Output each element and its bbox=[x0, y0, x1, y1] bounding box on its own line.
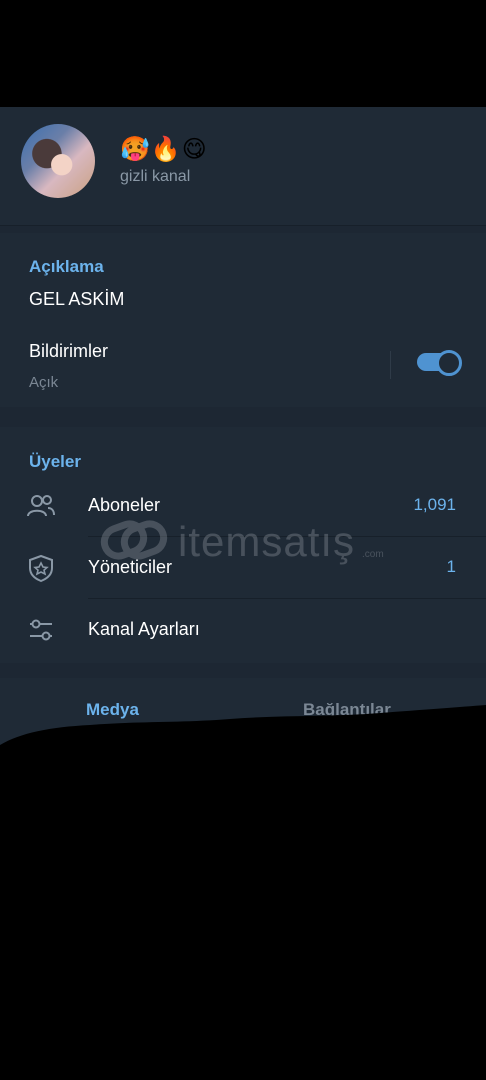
info-section: Açıklama GEL ASKİM Bildirimler Açık bbox=[0, 233, 486, 407]
notifications-state: Açık bbox=[29, 374, 59, 391]
admins-count: 1 bbox=[446, 557, 456, 576]
subscribers-count: 1,091 bbox=[413, 495, 456, 514]
shield-star-icon bbox=[29, 554, 53, 583]
members-section: Üyeler Aboneler 1,091 Yöneticiler 1 Kana… bbox=[0, 427, 486, 663]
channel-header: 🥵🔥😋 gizli kanal bbox=[0, 107, 486, 226]
admins-label: Yöneticiler bbox=[88, 557, 173, 577]
description-text: GEL ASKİM bbox=[29, 289, 125, 309]
channel-title: 🥵🔥😋 bbox=[120, 136, 208, 163]
channel-avatar[interactable] bbox=[21, 124, 95, 198]
channel-info-screen: 🥵🔥😋 gizli kanal Açıklama GEL ASKİM Bildi… bbox=[0, 107, 486, 747]
channel-settings-row[interactable]: Kanal Ayarları bbox=[0, 599, 486, 661]
redaction-scribble bbox=[0, 705, 486, 1080]
toggle-knob bbox=[436, 350, 462, 376]
channel-subtitle: gizli kanal bbox=[120, 168, 191, 185]
description-title: Açıklama bbox=[29, 257, 104, 276]
divider bbox=[390, 351, 391, 379]
members-title: Üyeler bbox=[29, 452, 81, 471]
subscribers-row[interactable]: Aboneler 1,091 bbox=[0, 475, 486, 537]
notifications-toggle[interactable] bbox=[417, 350, 462, 376]
notifications-label[interactable]: Bildirimler bbox=[29, 341, 108, 362]
people-icon bbox=[27, 495, 55, 517]
admins-row[interactable]: Yöneticiler 1 bbox=[0, 537, 486, 599]
sliders-icon bbox=[30, 619, 52, 641]
channel-settings-label: Kanal Ayarları bbox=[88, 619, 200, 639]
subscribers-label: Aboneler bbox=[88, 495, 161, 515]
